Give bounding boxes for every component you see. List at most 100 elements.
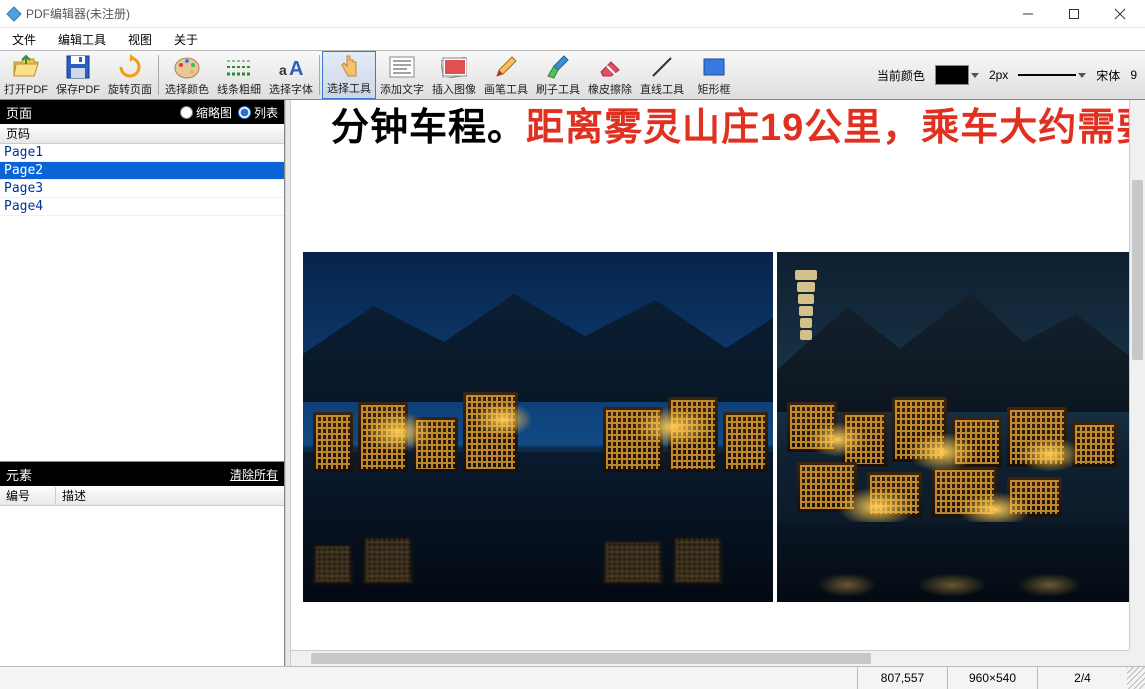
page-list[interactable]: Page1 Page2 Page3 Page4 bbox=[0, 144, 284, 461]
document-image-1 bbox=[303, 252, 773, 602]
document-text: 分钟车程。距离雾灵山庄19公里，乘车大约需要3 bbox=[331, 100, 1129, 151]
document-image-2 bbox=[777, 252, 1129, 602]
toolbar: 打开PDF 保存PDF 旋转页面 选择颜色 线条粗细 aA 选择字体 选择工具 … bbox=[0, 50, 1145, 100]
photo-row bbox=[303, 252, 1129, 650]
view-list-radio[interactable]: 列表 bbox=[238, 104, 278, 121]
toolbar-separator bbox=[158, 55, 159, 95]
pick-color-button[interactable]: 选择颜色 bbox=[161, 51, 213, 99]
page-row[interactable]: Page2 bbox=[0, 162, 284, 180]
view-thumb-radio[interactable]: 缩略图 bbox=[180, 104, 232, 121]
font-icon: aA bbox=[277, 53, 305, 81]
color-swatch[interactable] bbox=[935, 65, 979, 85]
maximize-button[interactable] bbox=[1051, 0, 1097, 28]
svg-text:a: a bbox=[279, 62, 287, 78]
eraser-tool-button[interactable]: 橡皮擦除 bbox=[584, 51, 636, 99]
title-bar: PDF编辑器(未注册) bbox=[0, 0, 1145, 28]
window-title: PDF编辑器(未注册) bbox=[26, 5, 130, 22]
eraser-tool-label: 橡皮擦除 bbox=[588, 81, 632, 97]
current-color-label: 当前颜色 bbox=[877, 67, 925, 84]
pick-font-label: 选择字体 bbox=[269, 81, 313, 97]
eraser-icon bbox=[596, 53, 624, 81]
page-row[interactable]: Page3 bbox=[0, 180, 284, 198]
pen-tool-label: 画笔工具 bbox=[484, 81, 528, 97]
brush-tool-button[interactable]: 刷子工具 bbox=[532, 51, 584, 99]
pick-font-button[interactable]: aA 选择字体 bbox=[265, 51, 317, 99]
elements-columns: 编号 描述 bbox=[0, 486, 284, 506]
pages-panel-title: 页面 bbox=[6, 103, 32, 122]
svg-text:A: A bbox=[289, 58, 303, 79]
select-tool-label: 选择工具 bbox=[327, 80, 371, 96]
clear-all-link[interactable]: 清除所有 bbox=[230, 466, 278, 483]
stroke-width-label: 线条粗细 bbox=[217, 81, 261, 97]
status-bar: 807,557 960×540 2/4 bbox=[0, 666, 1145, 689]
select-tool-button[interactable]: 选择工具 bbox=[322, 51, 376, 99]
elements-panel: 元素 清除所有 编号 描述 bbox=[0, 461, 284, 666]
menu-view[interactable]: 视图 bbox=[124, 29, 156, 50]
col-desc: 描述 bbox=[56, 487, 284, 504]
vertical-scrollbar[interactable] bbox=[1129, 100, 1145, 650]
toolbar-right: 当前颜色 2px 宋体 9 bbox=[869, 51, 1145, 99]
left-panel: 页面 缩略图 列表 页码 Page1 Page2 Page3 Page4 元素 … bbox=[0, 100, 285, 666]
add-text-button[interactable]: 添加文字 bbox=[376, 51, 428, 99]
rotate-page-button[interactable]: 旋转页面 bbox=[104, 51, 156, 99]
text-lines-icon bbox=[388, 53, 416, 81]
menu-bar: 文件 编辑工具 视图 关于 bbox=[0, 28, 1145, 50]
hand-point-icon bbox=[335, 54, 363, 80]
palette-icon bbox=[173, 53, 201, 81]
add-text-label: 添加文字 bbox=[380, 81, 424, 97]
pick-color-label: 选择颜色 bbox=[165, 81, 209, 97]
minimize-button[interactable] bbox=[1005, 0, 1051, 28]
brush-tool-label: 刷子工具 bbox=[536, 81, 580, 97]
stroke-sample[interactable] bbox=[1018, 65, 1086, 85]
rotate-icon bbox=[116, 53, 144, 81]
elements-panel-title: 元素 bbox=[6, 465, 32, 484]
rect-icon bbox=[700, 53, 728, 81]
resize-grip[interactable] bbox=[1127, 667, 1145, 689]
pagoda-icon bbox=[795, 270, 817, 342]
insert-image-label: 插入图像 bbox=[432, 81, 476, 97]
save-pdf-button[interactable]: 保存PDF bbox=[52, 51, 104, 99]
rotate-page-label: 旋转页面 bbox=[108, 81, 152, 97]
lines-icon bbox=[225, 53, 253, 81]
line-tool-label: 直线工具 bbox=[640, 81, 684, 97]
rect-tool-button[interactable]: 矩形框 bbox=[688, 51, 740, 99]
scrollbar-corner bbox=[1129, 650, 1145, 666]
open-pdf-label: 打开PDF bbox=[4, 81, 48, 97]
app-icon bbox=[6, 6, 22, 22]
col-number: 编号 bbox=[0, 487, 56, 504]
elements-body bbox=[0, 506, 284, 666]
horizontal-scrollbar[interactable] bbox=[291, 650, 1129, 666]
menu-edit-tools[interactable]: 编辑工具 bbox=[54, 29, 110, 50]
insert-image-button[interactable]: 插入图像 bbox=[428, 51, 480, 99]
document-canvas[interactable]: 分钟车程。距离雾灵山庄19公里，乘车大约需要3 bbox=[291, 100, 1129, 650]
toolbar-separator bbox=[319, 55, 320, 95]
save-icon bbox=[64, 53, 92, 81]
page-row[interactable]: Page1 bbox=[0, 144, 284, 162]
menu-about[interactable]: 关于 bbox=[170, 29, 202, 50]
page-row[interactable]: Page4 bbox=[0, 198, 284, 216]
brush-icon bbox=[544, 53, 572, 81]
status-size: 960×540 bbox=[947, 667, 1037, 689]
pencil-icon bbox=[492, 53, 520, 81]
image-icon bbox=[440, 53, 468, 81]
canvas-area: 分钟车程。距离雾灵山庄19公里，乘车大约需要3 bbox=[291, 100, 1145, 666]
open-pdf-button[interactable]: 打开PDF bbox=[0, 51, 52, 99]
status-coords: 807,557 bbox=[857, 667, 947, 689]
pages-column-header: 页码 bbox=[0, 124, 284, 144]
font-size-label: 9 bbox=[1130, 68, 1137, 82]
line-icon bbox=[648, 53, 676, 81]
close-button[interactable] bbox=[1097, 0, 1143, 28]
main-area: 页面 缩略图 列表 页码 Page1 Page2 Page3 Page4 元素 … bbox=[0, 100, 1145, 666]
pen-tool-button[interactable]: 画笔工具 bbox=[480, 51, 532, 99]
folder-open-icon bbox=[12, 53, 40, 81]
save-pdf-label: 保存PDF bbox=[56, 81, 100, 97]
font-name-label: 宋体 bbox=[1096, 67, 1120, 84]
menu-file[interactable]: 文件 bbox=[8, 29, 40, 50]
stroke-px-label: 2px bbox=[989, 68, 1008, 82]
stroke-width-button[interactable]: 线条粗细 bbox=[213, 51, 265, 99]
line-tool-button[interactable]: 直线工具 bbox=[636, 51, 688, 99]
elements-panel-header: 元素 清除所有 bbox=[0, 462, 284, 486]
rect-tool-label: 矩形框 bbox=[698, 81, 731, 97]
pages-panel-header: 页面 缩略图 列表 bbox=[0, 100, 284, 124]
status-page: 2/4 bbox=[1037, 667, 1127, 689]
